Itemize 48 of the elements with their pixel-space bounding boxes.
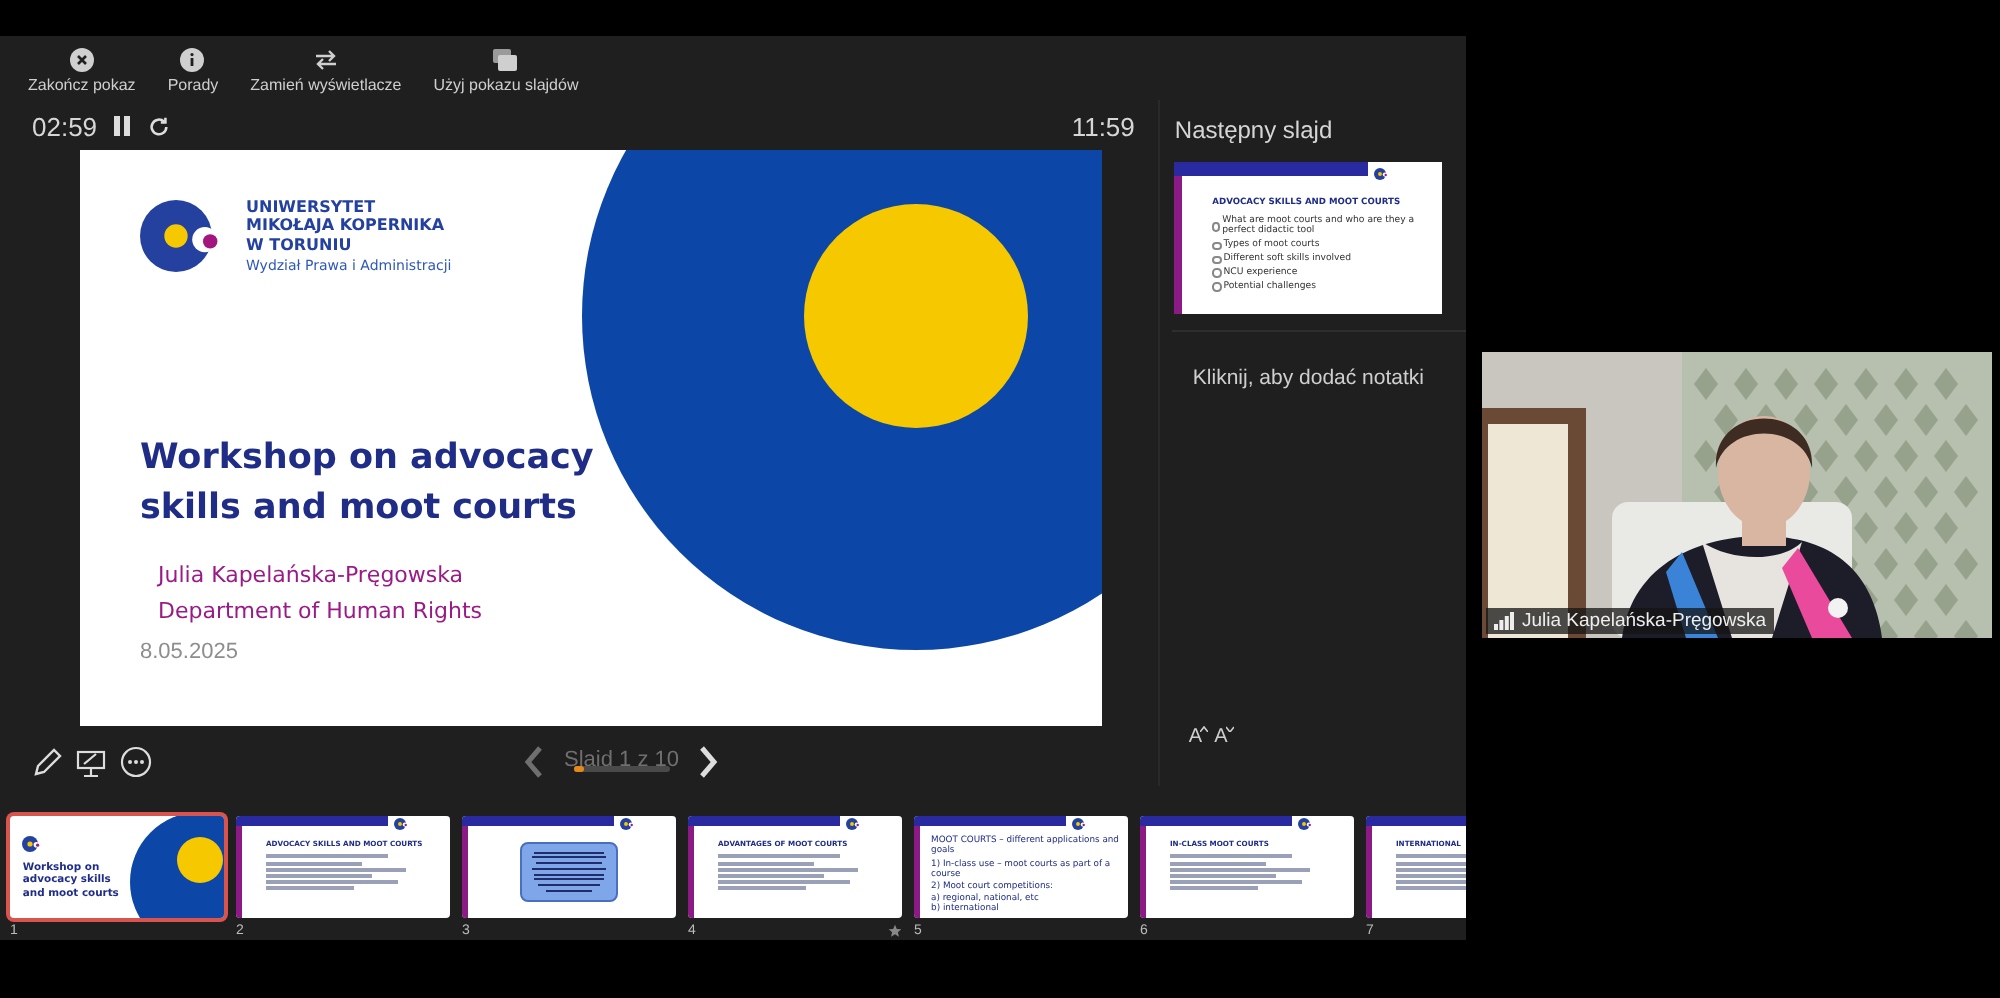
increase-font-button[interactable]: A: [1188, 725, 1203, 748]
toolbar-button[interactable]: Zakończ pokaz: [24, 48, 140, 100]
university-name: MIKOŁAJA KOPERNIKA: [246, 216, 447, 236]
slides-icon: [492, 48, 519, 72]
laser-pointer-button[interactable]: [76, 745, 108, 778]
reset-timer-button[interactable]: [147, 115, 170, 138]
participant-name: Julia Kapelańska-Pręgowska: [1522, 610, 1766, 632]
author-name: Julia Kapelańska-Pręgowska: [158, 562, 466, 589]
pen-button[interactable]: [32, 745, 64, 778]
slide-side-stripe: [1174, 175, 1182, 314]
notes-field[interactable]: Kliknij, aby dodać notatki: [1172, 329, 1466, 390]
next-slide-heading: Następny slajd: [1174, 115, 1335, 144]
pause-button[interactable]: [113, 116, 132, 137]
slide-side-stripe: [688, 825, 694, 919]
university-logo-icon: [22, 836, 43, 853]
university-logo-icon: [394, 818, 410, 831]
university-logo-icon: [1072, 818, 1088, 831]
university-name: UNIWERSYTET: [246, 197, 378, 217]
decrease-font-button[interactable]: A: [1214, 725, 1228, 748]
swap-arrows-icon: [313, 48, 338, 72]
university-logo-icon: [620, 818, 636, 831]
slide-circles-drawing: [130, 815, 224, 919]
slide-counter: Slajd 1 z 10: [564, 750, 679, 773]
department-name: Department of Human Rights: [158, 598, 485, 625]
slide-side-stripe: [1366, 825, 1372, 919]
university-name: W TORUNIU: [246, 235, 354, 255]
slide-side-stripe: [914, 825, 920, 919]
university-logo-icon: [1373, 168, 1389, 181]
clock-time: 11:59: [1071, 111, 1135, 142]
more-button[interactable]: [120, 745, 152, 778]
slide-side-stripe: [1140, 825, 1146, 919]
slide-title: Workshop on advocacy skills and moot courts: [140, 436, 596, 533]
slide-thumbnail[interactable]: [462, 815, 676, 919]
toolbar-button[interactable]: Porady: [163, 48, 223, 100]
text-box: [519, 841, 619, 902]
info-icon: [180, 48, 205, 72]
signal-icon: [1494, 612, 1514, 630]
next-slide-button[interactable]: [698, 745, 719, 778]
toolbar-button[interactable]: Zamień wyświetlacze: [246, 48, 406, 100]
elapsed-time: 02:59: [32, 111, 98, 142]
university-logo-icon: [846, 818, 862, 831]
close-icon: [69, 48, 94, 72]
toolbar-button[interactable]: Użyj pokazu slajdów: [429, 48, 583, 100]
slide-side-stripe: [236, 825, 242, 919]
previous-slide-button[interactable]: [524, 745, 544, 778]
university-logo-icon: [1298, 818, 1314, 831]
slide-side-stripe: [462, 825, 468, 919]
slide-date: 8.05.2025: [140, 640, 240, 665]
